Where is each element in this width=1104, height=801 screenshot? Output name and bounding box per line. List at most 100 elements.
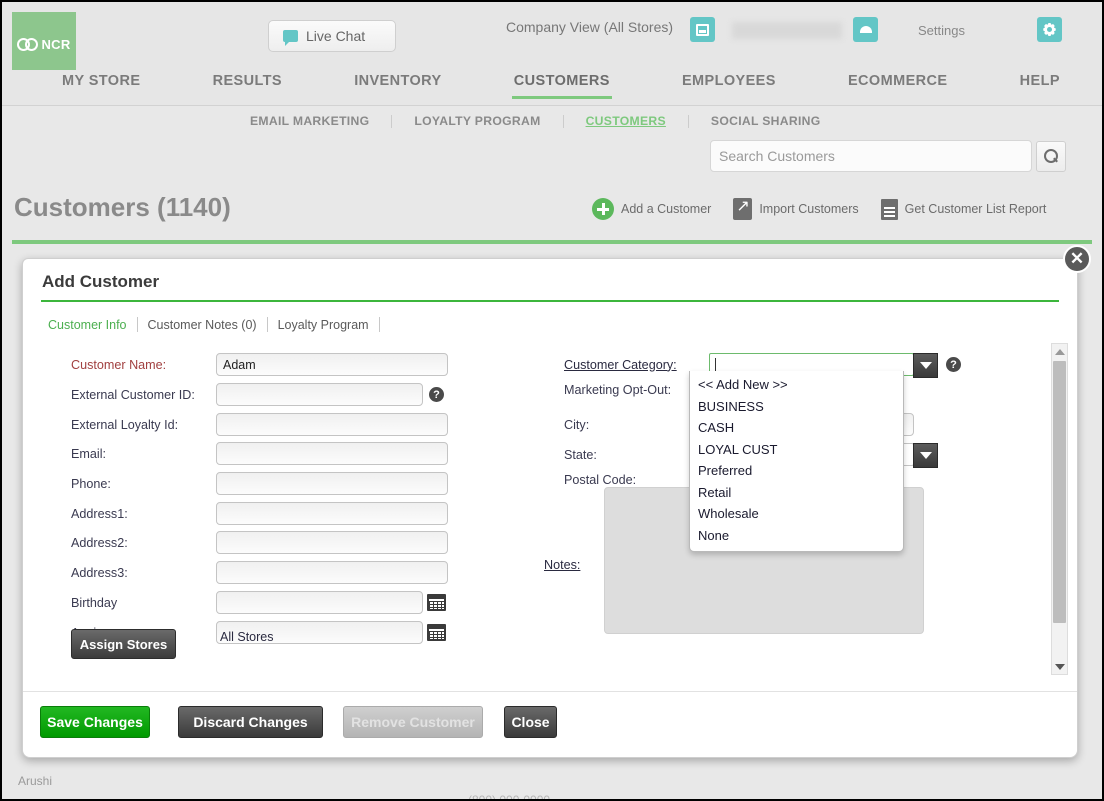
help-icon[interactable]: ? [429, 387, 444, 402]
field-label: City: [564, 417, 590, 432]
chevron-down-icon[interactable] [913, 353, 938, 378]
modal-scrollbar[interactable] [1051, 343, 1068, 675]
logo-mark: NCR [17, 37, 70, 52]
external-customer-id-input[interactable] [216, 383, 423, 406]
search-icon [1044, 149, 1058, 163]
dropdown-option-none[interactable]: None [690, 525, 903, 547]
live-chat-label: Live Chat [306, 28, 366, 44]
top-header: NCR Live Chat Company View (All Stores) … [2, 2, 1102, 77]
page-title: Customers (1140) [14, 192, 231, 222]
field-label: Customer Name: [71, 357, 167, 372]
help-icon[interactable]: ? [946, 357, 961, 372]
field-address2: Address2: [71, 531, 448, 554]
nav-my-store[interactable]: MY STORE [60, 70, 142, 99]
external-loyalty-id-input[interactable] [216, 413, 448, 436]
dropdown-option-loyal-cust[interactable]: LOYAL CUST [690, 439, 903, 461]
dropdown-option-retail[interactable]: Retail [690, 482, 903, 504]
field-label: Email: [71, 446, 106, 461]
customer-category-dropdown-list[interactable]: << Add New >> BUSINESS CASH LOYAL CUST P… [689, 371, 904, 552]
field-label: Postal Code: [564, 473, 637, 487]
dropdown-option-wholesale[interactable]: Wholesale [690, 503, 903, 525]
modal-footer: Save Changes Discard Changes Remove Cust… [23, 691, 1077, 757]
tab-loyalty-program[interactable]: Loyalty Program [268, 318, 379, 332]
tab-customer-info[interactable]: Customer Info [48, 318, 137, 332]
field-address3: Address3: [71, 561, 448, 584]
birthday-input[interactable] [216, 591, 423, 614]
field-label: State: [564, 447, 597, 462]
address1-input[interactable] [216, 502, 448, 525]
field-postal-code: Postal Code: [564, 473, 709, 487]
plus-circle-icon [592, 198, 614, 220]
subnav-customers[interactable]: CUSTOMERS [586, 114, 666, 128]
field-label: Address1: [71, 506, 128, 521]
subnav-divider [687, 114, 689, 128]
modal-title: Add Customer [42, 272, 160, 291]
sub-navigation: EMAIL MARKETING LOYALTY PROGRAM CUSTOMER… [2, 106, 1102, 136]
main-navigation: MY STORE RESULTS INVENTORY CUSTOMERS EMP… [2, 70, 1102, 106]
customer-name-input[interactable] [216, 353, 448, 376]
address3-input[interactable] [216, 561, 448, 584]
store-icon[interactable] [690, 17, 715, 42]
field-phone: Phone: [71, 472, 448, 495]
application-window: NCR Live Chat Company View (All Stores) … [0, 0, 1104, 801]
calendar-icon[interactable] [427, 624, 446, 641]
user-name-redacted [732, 22, 842, 39]
phone-input[interactable] [216, 472, 448, 495]
subnav-divider [562, 114, 564, 128]
settings-label[interactable]: Settings [918, 23, 965, 38]
get-customer-list-report-button[interactable]: Get Customer List Report [880, 198, 1046, 220]
logo-text: NCR [41, 37, 71, 52]
close-icon[interactable]: ✕ [1063, 245, 1091, 273]
email-input[interactable] [216, 442, 448, 465]
ncr-logo[interactable]: NCR [12, 12, 76, 77]
search-button[interactable] [1036, 140, 1066, 172]
nav-inventory[interactable]: INVENTORY [352, 70, 443, 99]
footer-user-name: Arushi [18, 774, 53, 788]
chevron-down-icon[interactable] [913, 443, 938, 468]
nav-help[interactable]: HELP [1018, 70, 1062, 99]
add-customer-modal: ✕ Add Customer Customer Info Customer No… [22, 245, 1091, 758]
scroll-up-button[interactable] [1052, 344, 1067, 359]
dropdown-option-preferred[interactable]: Preferred [690, 460, 903, 482]
modal-title-divider [41, 300, 1059, 302]
dropdown-option-add-new[interactable]: << Add New >> [690, 374, 903, 396]
discard-changes-button[interactable]: Discard Changes [178, 706, 323, 738]
gear-icon[interactable] [1037, 17, 1062, 42]
address2-input[interactable] [216, 531, 448, 554]
footer-phone: (800) 000-0000 [468, 793, 551, 801]
import-arrow-icon [733, 196, 753, 220]
ncr-rings-icon [17, 38, 39, 51]
nav-results[interactable]: RESULTS [211, 70, 284, 99]
close-button[interactable]: Close [504, 706, 557, 738]
subnav-divider [391, 114, 393, 128]
add-a-customer-button[interactable]: Add a Customer [592, 198, 711, 220]
calendar-icon[interactable] [427, 594, 446, 611]
nav-employees[interactable]: EMPLOYEES [680, 70, 778, 99]
scroll-down-button[interactable] [1052, 659, 1067, 674]
nav-ecommerce[interactable]: ECOMMERCE [846, 70, 949, 99]
field-marketing-opt-out: Marketing Opt-Out: [564, 383, 709, 397]
scrollbar-thumb[interactable] [1053, 361, 1066, 623]
assign-stores-button[interactable]: Assign Stores [71, 629, 176, 659]
modal-tabs: Customer Info Customer Notes (0) Loyalty… [48, 317, 380, 332]
save-changes-button[interactable]: Save Changes [40, 706, 150, 738]
search-input[interactable] [710, 140, 1032, 172]
subnav-loyalty-program[interactable]: LOYALTY PROGRAM [414, 114, 540, 128]
field-label: Address2: [71, 535, 128, 550]
text-caret [715, 357, 716, 372]
tab-customer-notes[interactable]: Customer Notes (0) [138, 318, 267, 332]
field-customer-name: Customer Name: [71, 353, 448, 376]
live-chat-button[interactable]: Live Chat [268, 20, 396, 52]
user-icon[interactable] [853, 17, 878, 42]
field-label: Phone: [71, 476, 111, 491]
dropdown-option-business[interactable]: BUSINESS [690, 396, 903, 418]
field-label: External Customer ID: [71, 387, 195, 402]
subnav-social-sharing[interactable]: SOCIAL SHARING [711, 114, 821, 128]
dropdown-option-cash[interactable]: CASH [690, 417, 903, 439]
subnav-email-marketing[interactable]: EMAIL MARKETING [250, 114, 369, 128]
add-a-customer-label: Add a Customer [621, 202, 712, 216]
nav-customers[interactable]: CUSTOMERS [511, 70, 612, 99]
company-view-label[interactable]: Company View (All Stores) [506, 19, 673, 35]
import-customers-button[interactable]: Import Customers [733, 196, 859, 220]
document-report-icon [880, 198, 898, 220]
